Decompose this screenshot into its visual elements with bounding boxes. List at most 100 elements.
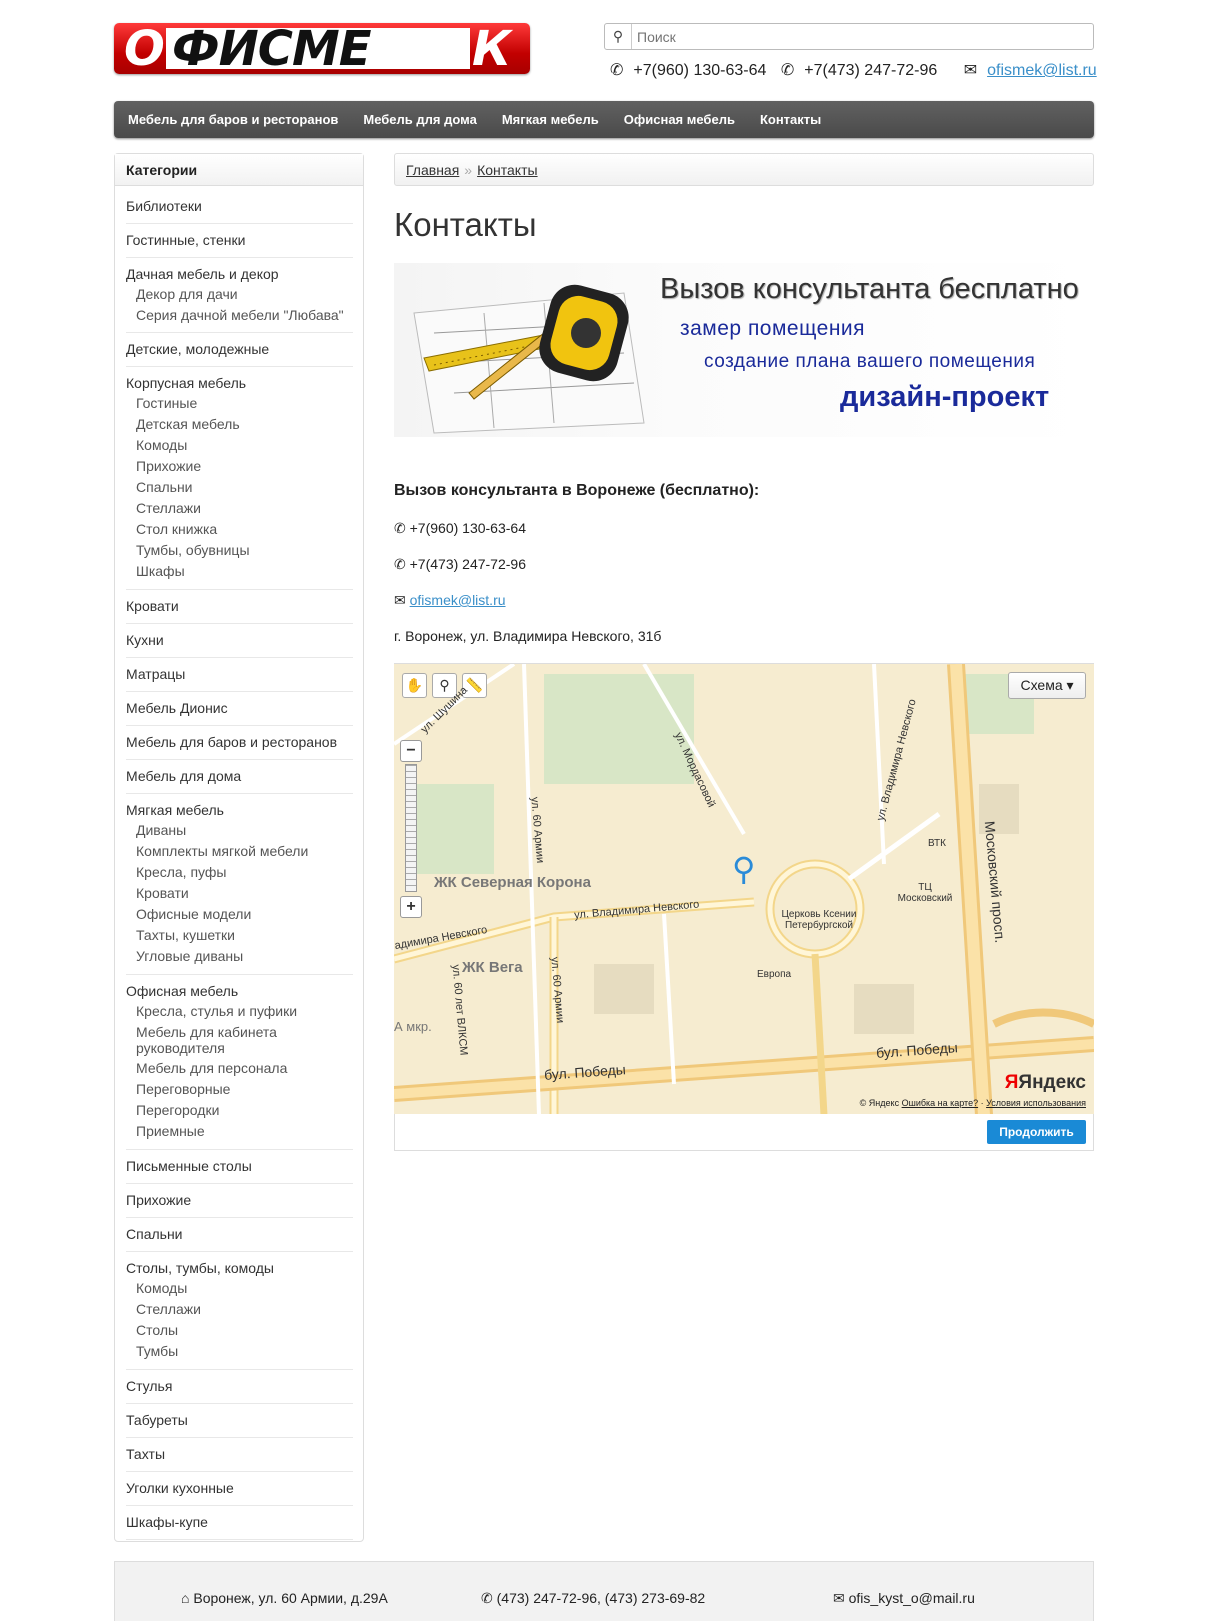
contact-phone-2: +7(473) 247-72-96 bbox=[409, 556, 526, 572]
sidebar-subcategory-list: Гостиные Детская мебель Комоды Прихожие Спал… bbox=[126, 393, 353, 582]
sidebar-subcategory-link[interactable]: Серия дачной мебели "Любава" bbox=[136, 305, 353, 325]
breadcrumb-home[interactable]: Главная bbox=[406, 162, 459, 178]
sidebar-subcategory-link[interactable]: Тумбы bbox=[136, 1341, 353, 1362]
sidebar-subcategory-link[interactable]: Мебель для персонала bbox=[136, 1058, 353, 1079]
phone-icon: ✆ bbox=[610, 62, 624, 79]
map-label-church: Церковь Ксении Петербургской bbox=[781, 909, 857, 931]
sidebar-category-link[interactable]: Мягкая мебель bbox=[126, 800, 353, 820]
sidebar-category-link[interactable]: Детские, молодежные bbox=[126, 339, 353, 359]
tape-measure-illustration bbox=[413, 284, 645, 434]
sidebar-subcategory-link[interactable]: Шкафы bbox=[136, 561, 353, 582]
sidebar-subcategory-link[interactable]: Комплекты мягкой мебели bbox=[136, 841, 353, 862]
sidebar-subcategory-link[interactable]: Мебель для кабинета руководителя bbox=[136, 1022, 353, 1058]
hand-tool-icon[interactable]: ✋ bbox=[402, 673, 427, 698]
sidebar-category-link[interactable]: Спальни bbox=[126, 1224, 353, 1244]
sidebar-category-link[interactable]: Гостинные, стенки bbox=[126, 230, 353, 250]
sidebar-category: Мягкая мебель Диваны Комплекты мягкой мебе… bbox=[126, 794, 353, 975]
nav-item-office-furniture[interactable]: Офисная мебель bbox=[612, 101, 747, 138]
phone-icon: ✆ bbox=[481, 1590, 493, 1606]
search-input[interactable] bbox=[637, 27, 1077, 46]
sidebar-category-link[interactable]: Столы, тумбы, комоды bbox=[126, 1258, 353, 1278]
sidebar-category-link[interactable]: Мебель для баров и ресторанов bbox=[126, 732, 353, 752]
sidebar-category-link[interactable]: Шкафы-купе bbox=[126, 1512, 353, 1532]
sidebar-subcategory-link[interactable]: Приемные bbox=[136, 1121, 353, 1142]
nav-item-bars[interactable]: Мебель для баров и ресторанов bbox=[116, 101, 350, 138]
phone-icon: ✆ bbox=[780, 62, 795, 79]
sidebar-subcategory-link[interactable]: Кресла, стулья и пуфики bbox=[136, 1001, 353, 1022]
contact-email-link[interactable]: ofismek@list.ru bbox=[410, 592, 506, 608]
continue-button[interactable]: Продолжить bbox=[987, 1120, 1086, 1144]
map-copyright-text: © Яндекс bbox=[859, 1098, 900, 1108]
sidebar-subcategory-link[interactable]: Стол книжка bbox=[136, 519, 353, 540]
sidebar-subcategory-link[interactable]: Перегородки bbox=[136, 1100, 353, 1121]
sidebar-category: Мебель Дионис bbox=[126, 692, 353, 726]
sidebar-category: Письменные столы bbox=[126, 1150, 353, 1184]
sidebar-subcategory-link[interactable]: Комоды bbox=[136, 1278, 353, 1299]
yandex-map[interactable]: ✋ ⚲ 📏 Схема ▾ − + ул. Шушина ул. Мордасо… bbox=[394, 663, 1094, 1114]
sidebar-category: Столы, тумбы, комоды Комоды Стеллажи Столы Т… bbox=[126, 1252, 353, 1370]
sidebar-category: Тахты bbox=[126, 1438, 353, 1472]
sidebar-category: Корпусная мебель Гостиные Детская мебель Ко… bbox=[126, 367, 353, 590]
sidebar-category-link[interactable]: Мебель для дома bbox=[126, 766, 353, 786]
sidebar-category-link[interactable]: Матрацы bbox=[126, 664, 353, 684]
nav-item-home-furniture[interactable]: Мебель для дома bbox=[351, 101, 488, 138]
footer-phones: (473) 247-72-96, (473) 273-69-82 bbox=[496, 1590, 706, 1606]
sidebar-category-link[interactable]: Мебель Дионис bbox=[126, 698, 353, 718]
sidebar-subcategory-link[interactable]: Детская мебель bbox=[136, 414, 353, 435]
page-title: Контакты bbox=[394, 206, 537, 243]
sidebar-subcategory-link[interactable]: Тумбы, обувницы bbox=[136, 540, 353, 561]
sidebar-category-link[interactable]: Тахты bbox=[126, 1444, 353, 1464]
map-error-link[interactable]: Ошибка на карте? bbox=[902, 1098, 979, 1108]
sidebar-subcategory-link[interactable]: Тахты, кушетки bbox=[136, 925, 353, 946]
sidebar-category-link[interactable]: Кровати bbox=[126, 596, 353, 616]
sidebar-subcategory-link[interactable]: Стеллажи bbox=[136, 498, 353, 519]
sidebar-category: Кровати bbox=[126, 590, 353, 624]
map-pin-icon[interactable]: ⚲ bbox=[732, 850, 755, 888]
search-icon[interactable]: ⚲ bbox=[605, 24, 632, 49]
sidebar-subcategory-link[interactable]: Спальни bbox=[136, 477, 353, 498]
sidebar-subcategory-link[interactable]: Прихожие bbox=[136, 456, 353, 477]
sidebar-subcategory-link[interactable]: Декор для дачи bbox=[136, 284, 353, 305]
nav-item-soft-furniture[interactable]: Мягкая мебель bbox=[490, 101, 611, 138]
zoom-in-button[interactable]: + bbox=[400, 896, 422, 918]
sidebar-subcategory-link[interactable]: Гостиные bbox=[136, 393, 353, 414]
map-layer-select[interactable]: Схема ▾ bbox=[1008, 672, 1086, 699]
site-footer: ⌂ Воронеж, ул. 60 Армии, д.29А ✆ (473) 2… bbox=[114, 1561, 1094, 1621]
sidebar-category-link[interactable]: Корпусная мебель bbox=[126, 373, 353, 393]
sidebar-category-link[interactable]: Уголки кухонные bbox=[126, 1478, 353, 1498]
header-email-link[interactable]: ofismek@list.ru bbox=[987, 62, 1097, 79]
sidebar-subcategory-link[interactable]: Стеллажи bbox=[136, 1299, 353, 1320]
zoom-slider[interactable] bbox=[405, 764, 417, 892]
sidebar-category-link[interactable]: Библиотеки bbox=[126, 196, 353, 216]
breadcrumb-current[interactable]: Контакты bbox=[477, 162, 537, 178]
sidebar-category-link[interactable]: Стулья bbox=[126, 1376, 353, 1396]
sidebar-subcategory-link[interactable]: Переговорные bbox=[136, 1079, 353, 1100]
sidebar-subcategory-link[interactable]: Кровати bbox=[136, 883, 353, 904]
site-logo[interactable]: О ФИСМЕ К bbox=[114, 21, 530, 77]
breadcrumb: Главная » Контакты bbox=[394, 153, 1094, 186]
sidebar-category-link[interactable]: Кухни bbox=[126, 630, 353, 650]
sidebar-category-link[interactable]: Табуреты bbox=[126, 1410, 353, 1430]
sidebar-subcategory-link[interactable]: Диваны bbox=[136, 820, 353, 841]
sidebar-subcategory-link[interactable]: Офисные модели bbox=[136, 904, 353, 925]
sidebar-subcategory-list: Диваны Комплекты мягкой мебели Кресла, пуф… bbox=[126, 820, 353, 967]
map-terms-link[interactable]: Условия использования bbox=[986, 1098, 1086, 1108]
sidebar-subcategory-link[interactable]: Столы bbox=[136, 1320, 353, 1341]
map-label-vega: ЖК Вега bbox=[462, 959, 523, 976]
footer-phones-row: ✆ (473) 247-72-96, (473) 273-69-82 bbox=[481, 1590, 705, 1607]
contact-email-row: ✉ ofismek@list.ru bbox=[394, 592, 506, 609]
header-phone-2: +7(473) 247-72-96 bbox=[804, 62, 938, 79]
contact-phone-2-row: ✆ +7(473) 247-72-96 bbox=[394, 556, 526, 573]
sidebar-category-link[interactable]: Дачная мебель и декор bbox=[126, 264, 353, 284]
nav-item-contacts[interactable]: Контакты bbox=[748, 101, 833, 138]
category-list: Библиотеки Гостинные, стенки Дачная мебель… bbox=[115, 186, 363, 1540]
sidebar-subcategory-link[interactable]: Комоды bbox=[136, 435, 353, 456]
sidebar-subcategory-link[interactable]: Кресла, пуфы bbox=[136, 862, 353, 883]
sidebar-category-link[interactable]: Прихожие bbox=[126, 1190, 353, 1210]
zoom-out-button[interactable]: − bbox=[400, 740, 422, 762]
phone-icon: ✆ bbox=[394, 556, 406, 572]
sidebar-category-link[interactable]: Офисная мебель bbox=[126, 981, 353, 1001]
sidebar-subcategory-link[interactable]: Угловые диваны bbox=[136, 946, 353, 967]
sidebar-category: Матрацы bbox=[126, 658, 353, 692]
sidebar-category-link[interactable]: Письменные столы bbox=[126, 1156, 353, 1176]
